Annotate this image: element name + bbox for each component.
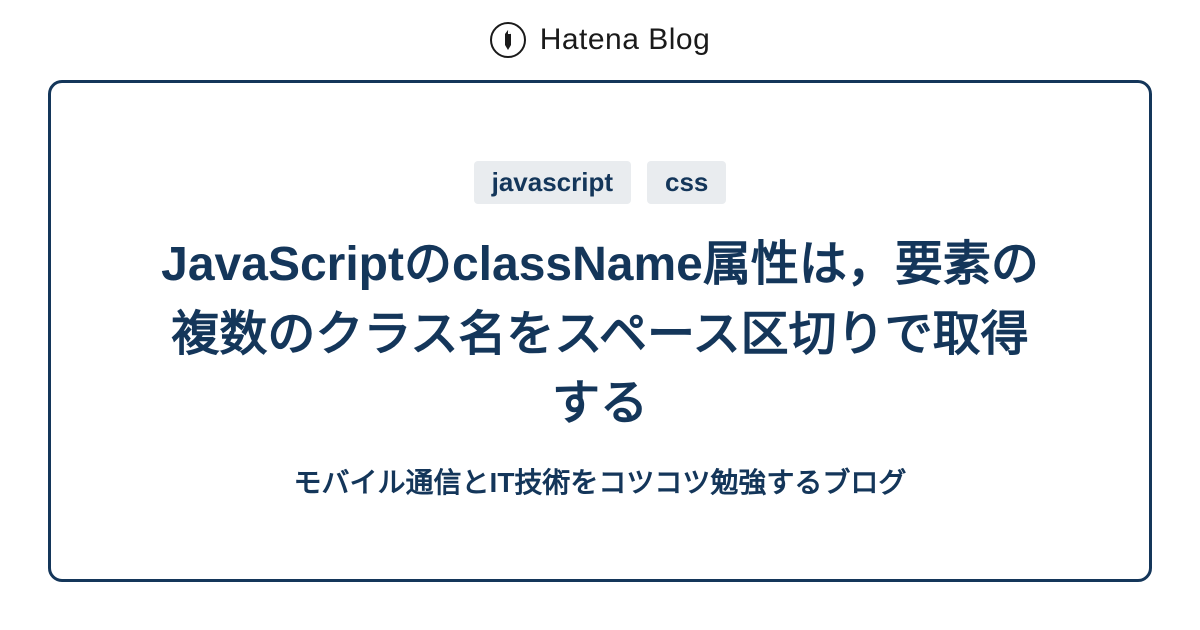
blog-name: モバイル通信とIT技術をコツコツ勉強するブログ xyxy=(294,461,907,501)
tag-item[interactable]: css xyxy=(647,161,726,204)
tag-item[interactable]: javascript xyxy=(474,161,631,204)
article-title: JavaScriptのclassName属性は，要素の複数のクラス名をスペース区… xyxy=(150,230,1050,439)
tag-list: javascript css xyxy=(474,161,727,204)
article-card: javascript css JavaScriptのclassName属性は，要… xyxy=(48,80,1152,582)
brand-name: Hatena Blog xyxy=(540,23,711,57)
hatena-logo-icon xyxy=(490,22,526,58)
header: Hatena Blog xyxy=(0,0,1200,80)
